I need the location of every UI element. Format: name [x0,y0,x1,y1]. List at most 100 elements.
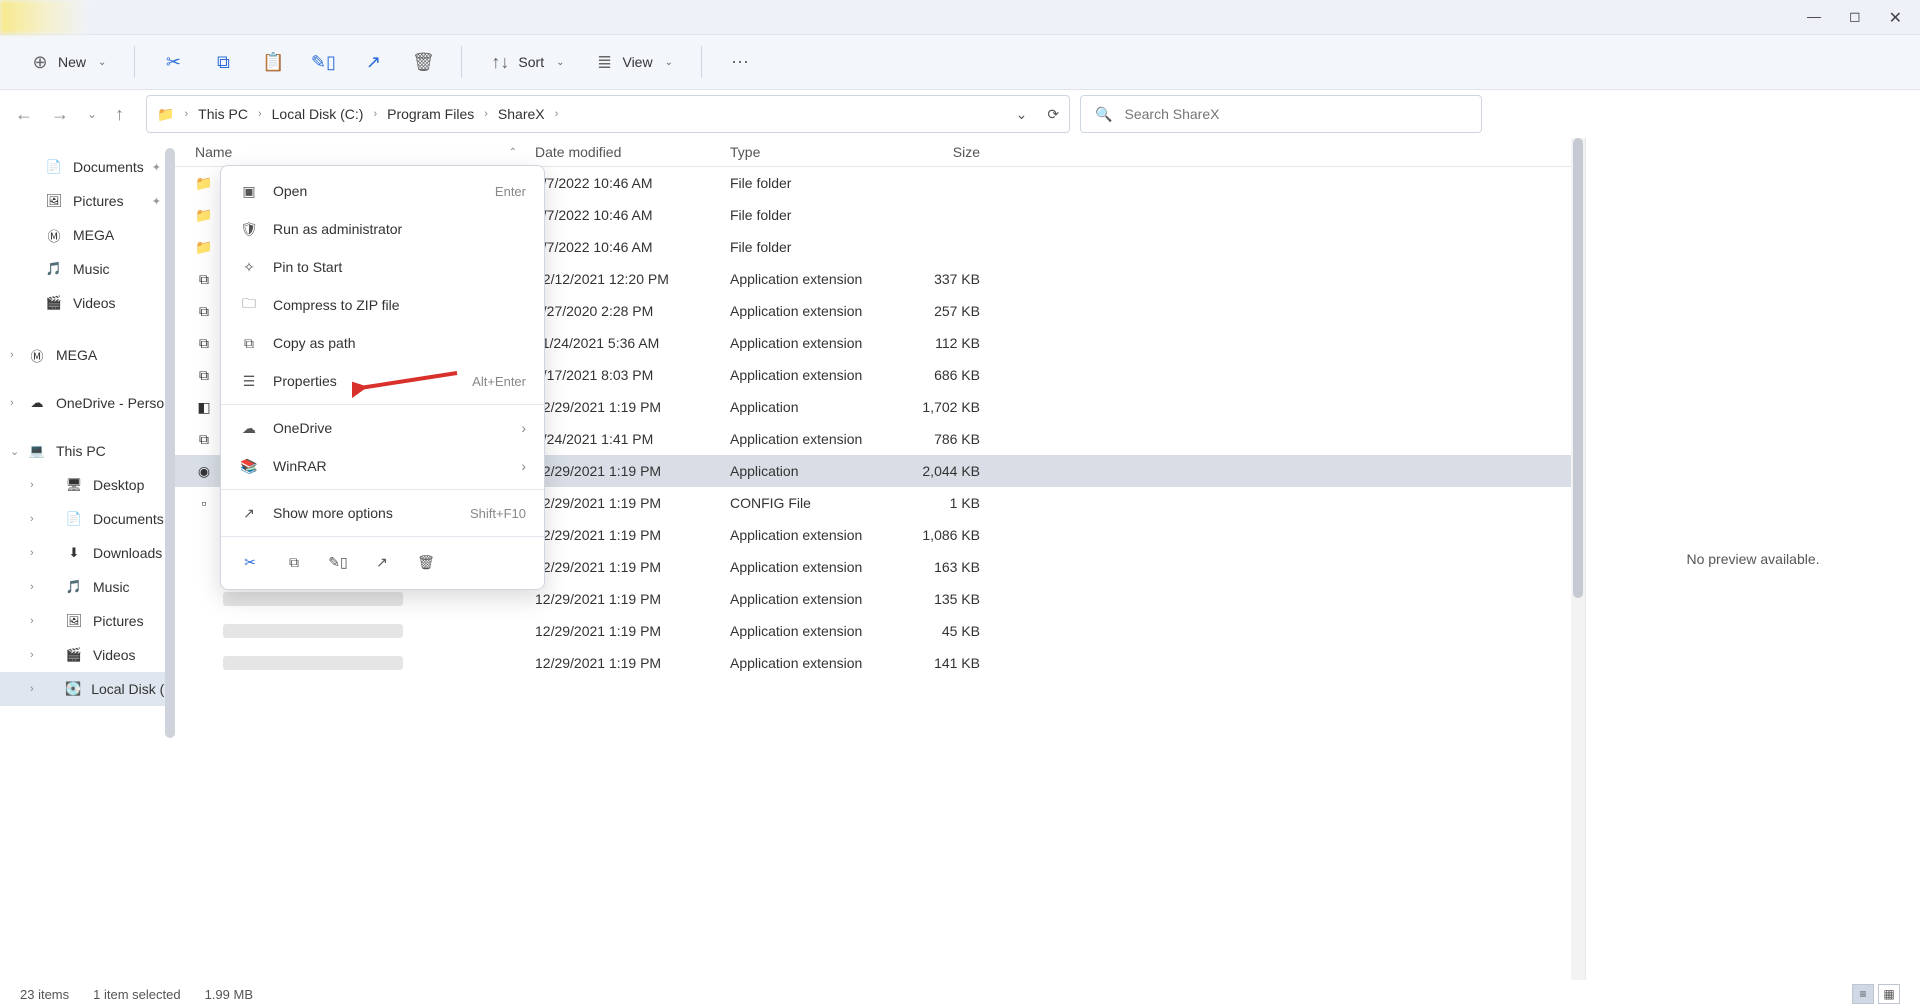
file-size: 1 KB [890,495,990,511]
sidebar-item[interactable]: 📄Documents [0,150,175,184]
context-menu-item[interactable]: ↗Show more optionsShift+F10 [221,494,544,532]
context-menu-item[interactable]: ▣OpenEnter [221,172,544,210]
file-date: 11/24/2021 5:36 AM [535,335,730,351]
tree-expander-icon[interactable]: › [30,615,34,627]
address-dropdown[interactable]: ⌄ [1016,106,1028,123]
tree-expander-icon[interactable]: › [30,513,34,525]
preview-pane: No preview available. [1585,138,1920,980]
sidebar-item[interactable]: 🎬Videos [0,286,175,320]
sidebar-item-label: Desktop [93,477,144,493]
up-button[interactable]: ↑ [115,104,124,125]
more-button[interactable]: ⋯ [720,46,760,78]
file-scrollbar[interactable] [1571,138,1585,980]
context-menu-item[interactable]: 🗀Compress to ZIP file [221,286,544,324]
file-row[interactable]: 12/29/2021 1:19 PM Application extension… [175,615,1571,647]
menu-label: Copy as path [273,335,356,351]
breadcrumb-segment[interactable]: ShareX [498,106,545,122]
column-size[interactable]: Size [890,144,990,160]
rename-button[interactable]: ✎▯ [303,46,343,78]
breadcrumb-segment[interactable]: This PC [198,106,248,122]
file-row[interactable]: 12/29/2021 1:19 PM Application extension… [175,647,1571,679]
breadcrumb-segment[interactable]: Local Disk (C:) [272,106,364,122]
context-menu-item[interactable]: ✧Pin to Start [221,248,544,286]
sidebar-scrollbar[interactable] [165,148,175,738]
sidebar-item[interactable]: ›ⓂMEGA [0,338,175,372]
sidebar-item[interactable]: ›🎵Music [0,570,175,604]
window-close[interactable]: ✕ [1889,8,1902,28]
scrollbar-thumb[interactable] [1573,138,1583,598]
search-input[interactable] [1125,106,1468,122]
file-size: 686 KB [890,367,990,383]
share-button[interactable]: ↗ [353,46,393,78]
ctx-copy-button[interactable]: ⧉ [283,551,305,573]
window-maximize[interactable]: ◻ [1849,8,1861,28]
address-bar[interactable]: 📁 › This PC›Local Disk (C:)›Program File… [146,95,1070,133]
tree-expander-icon[interactable]: › [30,649,34,661]
file-size: 45 KB [890,623,990,639]
sidebar-item[interactable]: 🖼Pictures [0,184,175,218]
tree-expander-icon[interactable]: › [30,683,34,695]
menu-label: Open [273,183,307,199]
context-menu-item[interactable]: ☰PropertiesAlt+Enter [221,362,544,400]
tree-expander-icon[interactable]: › [10,397,14,409]
column-headers: Name⌃ Date modified Type Size [175,138,1571,167]
column-type[interactable]: Type [730,144,890,160]
ctx-delete-button[interactable]: 🗑 [415,551,437,573]
sidebar-item[interactable]: ›☁OneDrive - Perso [0,386,175,420]
column-date[interactable]: Date modified [535,144,730,160]
details-view-toggle[interactable]: ≡ [1852,984,1874,1004]
column-name[interactable]: Name⌃ [195,144,535,160]
context-menu-item[interactable]: ⧉ Copy as path [221,324,544,362]
sidebar-item[interactable]: ›🖼Pictures [0,604,175,638]
file-type: Application extension [730,431,890,447]
status-selection-size: 1.99 MB [205,987,253,1002]
thumbnails-view-toggle[interactable]: ▦ [1878,984,1900,1004]
sort-button[interactable]: ↑↓ Sort ⌄ [480,46,574,78]
ctx-share-button[interactable]: ↗ [371,551,393,573]
sidebar-item[interactable]: ›💽Local Disk (C:) [0,672,175,706]
delete-button[interactable]: 🗑 [403,46,443,78]
chevron-down-icon: ⌄ [556,57,564,68]
sidebar-item[interactable]: ›🎬Videos [0,638,175,672]
chevron-down-icon: ⌄ [665,57,673,68]
menu-icon: ⧉ [239,333,259,353]
file-size: 163 KB [890,559,990,575]
refresh-button[interactable]: ⟳ [1047,106,1059,123]
sidebar-item[interactable]: ⓂMEGA [0,218,175,252]
sidebar-item[interactable]: ›⬇Downloads [0,536,175,570]
context-menu-item[interactable]: 🛡Run as administrator [221,210,544,248]
file-icon: 📁 [195,206,213,224]
sidebar-item[interactable]: 🎵Music [0,252,175,286]
view-button[interactable]: ≣ View ⌄ [584,46,682,78]
search-box[interactable]: 🔍 [1080,95,1482,133]
cut-button[interactable]: ✂ [153,46,193,78]
history-dropdown[interactable]: ⌄ [87,107,97,121]
forward-button[interactable]: → [51,104,69,125]
ctx-cut-button[interactable]: ✂ [239,551,261,573]
context-menu-item[interactable]: 📚WinRAR› [221,447,544,485]
tree-expander-icon[interactable]: › [30,479,34,491]
tree-expander-icon[interactable]: ⌄ [10,445,19,458]
sidebar-item-label: Local Disk (C:) [91,681,175,697]
tree-expander-icon[interactable]: › [30,547,34,559]
sidebar-item[interactable]: ›🖥Desktop [0,468,175,502]
view-label: View [622,54,652,70]
context-menu-item[interactable]: ☁OneDrive› [221,409,544,447]
tree-expander-icon[interactable]: › [10,349,14,361]
back-button[interactable]: ← [15,104,33,125]
window-minimize[interactable]: — [1807,8,1821,28]
breadcrumb-segment[interactable]: Program Files [387,106,474,122]
paste-button[interactable]: 📋 [253,46,293,78]
sidebar-item[interactable]: ⌄💻This PC [0,434,175,468]
file-icon: ⧉ [195,270,213,288]
submenu-arrow-icon: › [521,420,526,436]
file-size: 112 KB [890,335,990,351]
copy-button[interactable]: ⧉ [203,46,243,78]
ctx-rename-button[interactable]: ✎▯ [327,551,349,573]
file-date: 12/29/2021 1:19 PM [535,495,730,511]
nav-icon: Ⓜ [28,346,46,364]
tree-expander-icon[interactable]: › [30,581,34,593]
file-name-redacted [223,656,403,670]
sidebar-item[interactable]: ›📄Documents [0,502,175,536]
new-button[interactable]: ⊕ New ⌄ [20,46,116,78]
